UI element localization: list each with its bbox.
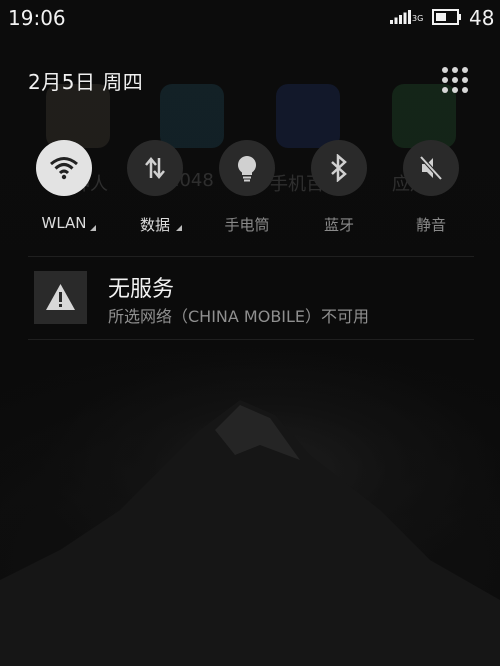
flashlight-bulb-icon [237, 155, 257, 182]
notification-title: 无服务 [108, 277, 175, 302]
divider [28, 256, 474, 257]
status-bar: 19:06 3G 48 [0, 0, 500, 36]
app-grid-icon[interactable] [439, 64, 471, 96]
background-app-icon [160, 84, 224, 148]
wlan-toggle[interactable] [36, 140, 92, 196]
battery-icon [432, 9, 461, 25]
bluetooth-label: 蓝牙 [323, 216, 354, 234]
battery-percentage: 48 [469, 6, 495, 30]
mute-label: 静音 [415, 216, 446, 234]
wlan-menu-indicator[interactable] [90, 225, 96, 231]
mobile-data-toggle[interactable] [127, 140, 183, 196]
bluetooth-icon [331, 154, 347, 182]
divider [28, 339, 474, 340]
mountain-wallpaper-image [0, 400, 500, 666]
flashlight-label: 手电筒 [224, 216, 270, 234]
flashlight-toggle[interactable] [219, 140, 275, 196]
mute-toggle[interactable] [403, 140, 459, 196]
clock: 19:06 [8, 6, 66, 30]
mobile-data-label: 数据 [139, 216, 170, 234]
wifi-icon [50, 157, 78, 180]
notification-icon-box [34, 271, 87, 324]
signal-strength-icon [390, 10, 411, 24]
bluetooth-toggle[interactable] [311, 140, 367, 196]
mobile-data-menu-indicator[interactable] [176, 225, 182, 231]
notification-body: 所选网络（CHINA MOBILE）不可用 [108, 307, 370, 326]
data-arrows-icon [145, 157, 165, 179]
mute-icon [419, 155, 443, 181]
warning-icon [46, 284, 75, 310]
date-label: 2月5日 周四 [28, 70, 144, 94]
network-type: 3G [412, 14, 424, 23]
background-app-icon [276, 84, 340, 148]
